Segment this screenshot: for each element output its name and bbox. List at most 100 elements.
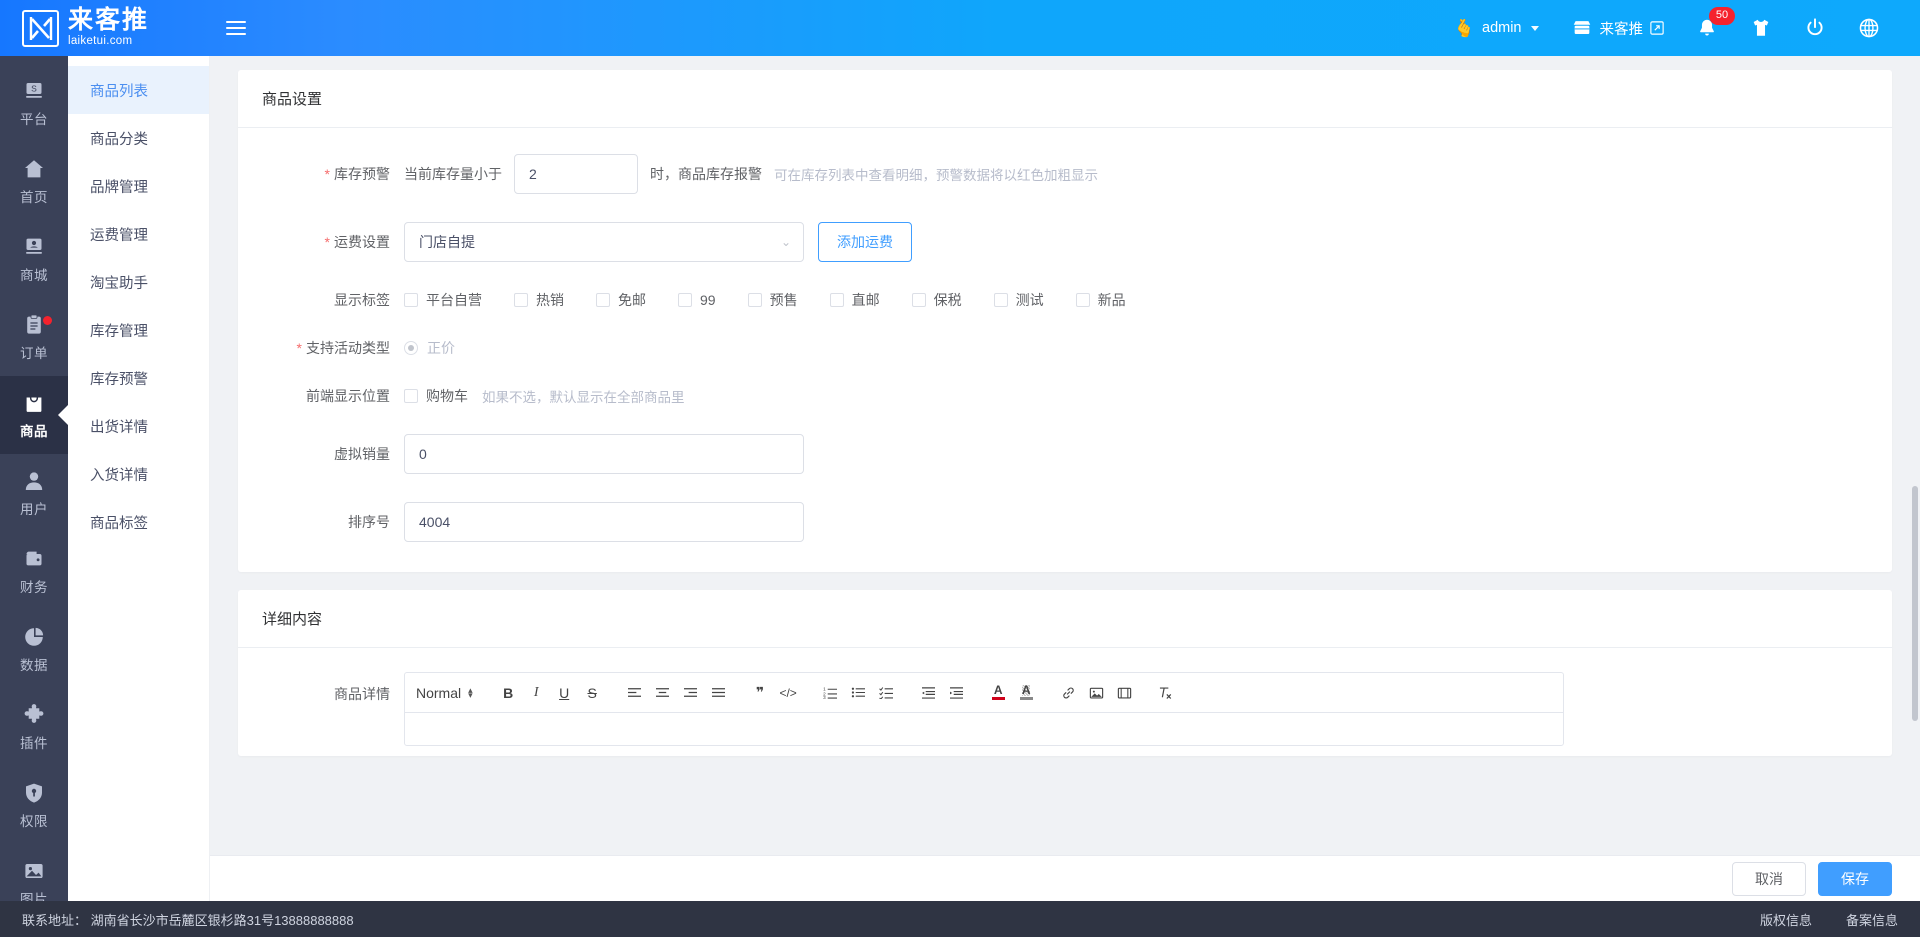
editor-format-select[interactable]: Normal ▴ ▾ bbox=[414, 685, 479, 701]
checkbox-box-icon bbox=[829, 293, 844, 307]
align-left-icon[interactable] bbox=[622, 680, 647, 706]
video-icon[interactable] bbox=[1112, 680, 1137, 706]
footer-copyright-link[interactable]: 版权信息 bbox=[1760, 910, 1812, 929]
logout-button[interactable] bbox=[1788, 0, 1842, 56]
sidebar-label: 商品 bbox=[20, 423, 48, 439]
cancel-button[interactable]: 取消 bbox=[1732, 861, 1806, 896]
align-justify-icon[interactable] bbox=[706, 680, 731, 706]
link-icon[interactable] bbox=[1056, 680, 1081, 706]
sidebar-item-plugin[interactable]: 插件 bbox=[0, 688, 68, 766]
align-center-icon[interactable] bbox=[650, 680, 675, 706]
stock-warning-input[interactable] bbox=[514, 154, 638, 194]
check-list-icon[interactable] bbox=[874, 680, 899, 706]
rich-text-editor: Normal ▴ ▾ B I U S ❞ </> 1 2 3 A A bbox=[404, 672, 1564, 746]
blockquote-icon[interactable]: ❞ bbox=[748, 680, 773, 706]
brand-name-en: laiketui.com bbox=[68, 35, 133, 48]
tag-checkbox-free-shipping[interactable]: 免邮 bbox=[596, 290, 646, 310]
sidebar-item-mall[interactable]: 商城 bbox=[0, 220, 68, 298]
submenu-item-inbound[interactable]: 入货详情 bbox=[68, 450, 209, 498]
sidebar-label: 插件 bbox=[20, 735, 48, 751]
sidebar-item-user[interactable]: 用户 bbox=[0, 454, 68, 532]
add-freight-button[interactable]: 添加运费 bbox=[818, 222, 912, 262]
sidebar-item-permission[interactable]: 权限 bbox=[0, 766, 68, 844]
sort-order-input[interactable] bbox=[404, 502, 804, 542]
order-notification-dot bbox=[43, 316, 52, 325]
submenu-item-freight[interactable]: 运费管理 bbox=[68, 210, 209, 258]
image-icon[interactable] bbox=[1084, 680, 1109, 706]
submenu-item-goods-list[interactable]: 商品列表 bbox=[68, 66, 209, 114]
tag-checkbox-presale[interactable]: 预售 bbox=[747, 290, 798, 310]
sidebar-label: 首页 bbox=[20, 189, 48, 205]
user-menu[interactable]: 🫰 admin bbox=[1438, 0, 1555, 56]
platform-icon: S bbox=[26, 82, 42, 98]
tag-checkbox-bonded[interactable]: 保税 bbox=[911, 290, 962, 310]
editor-content-area[interactable] bbox=[404, 712, 1564, 746]
tag-checkbox-hot-sale[interactable]: 热销 bbox=[514, 290, 564, 310]
data-icon bbox=[25, 627, 44, 646]
virtual-sales-input[interactable] bbox=[404, 434, 804, 474]
ordered-list-icon[interactable]: 123 bbox=[818, 680, 843, 706]
submenu-label: 淘宝助手 bbox=[90, 275, 148, 292]
sidebar-label: 用户 bbox=[20, 501, 48, 517]
tag-checkbox-direct-mail[interactable]: 直邮 bbox=[829, 290, 880, 310]
notifications-button[interactable]: 50 bbox=[1680, 0, 1735, 56]
freight-select[interactable] bbox=[404, 222, 804, 262]
editor-format-value: Normal bbox=[416, 684, 462, 701]
sidebar-item-platform[interactable]: S 平台 bbox=[0, 64, 68, 142]
front-position-checkbox-cart[interactable]: 购物车 bbox=[404, 386, 468, 406]
sidebar-item-home[interactable]: 首页 bbox=[0, 142, 68, 220]
language-button[interactable] bbox=[1842, 0, 1896, 56]
sidebar-item-order[interactable]: 订单 bbox=[0, 298, 68, 376]
submenu-item-brand[interactable]: 品牌管理 bbox=[68, 162, 209, 210]
tag-checkbox-new[interactable]: 新品 bbox=[1075, 290, 1126, 310]
indent-icon[interactable] bbox=[944, 680, 969, 706]
submenu-item-goods-category[interactable]: 商品分类 bbox=[68, 114, 209, 162]
hamburger-icon bbox=[226, 19, 246, 37]
strikethrough-icon[interactable]: S bbox=[580, 680, 605, 706]
sidebar-item-finance[interactable]: 财务 bbox=[0, 532, 68, 610]
activity-type-options[interactable]: 正价 bbox=[404, 338, 455, 358]
brand-name-cn: 来客推 bbox=[68, 6, 150, 35]
stock-warning-label: 库存预警 bbox=[262, 164, 404, 184]
submenu-label: 商品列表 bbox=[90, 83, 148, 100]
sidebar-collapse-toggle[interactable] bbox=[219, 11, 253, 45]
tag-label: 免邮 bbox=[618, 292, 646, 308]
sort-order-row: 排序号 bbox=[262, 502, 1868, 542]
permission-icon bbox=[26, 783, 42, 803]
order-icon bbox=[27, 314, 41, 334]
save-button[interactable]: 保存 bbox=[1818, 861, 1892, 896]
bold-icon[interactable]: B bbox=[496, 680, 521, 706]
sort-order-label: 排序号 bbox=[348, 514, 390, 530]
sidebar-item-data[interactable]: 数据 bbox=[0, 610, 68, 688]
font-color-icon[interactable]: A bbox=[986, 680, 1011, 706]
shop-link[interactable]: 来客推 bbox=[1555, 0, 1681, 56]
vertical-scrollbar-thumb[interactable] bbox=[1912, 486, 1918, 721]
sidebar-item-goods[interactable]: 商品 bbox=[0, 376, 68, 454]
submenu-item-goods-tag[interactable]: 商品标签 bbox=[68, 498, 209, 546]
tag-checkbox-self-operated[interactable]: 平台自营 bbox=[404, 290, 482, 310]
align-right-icon[interactable] bbox=[678, 680, 703, 706]
footer-record-link[interactable]: 备案信息 bbox=[1846, 910, 1898, 929]
tag-checkbox-test[interactable]: 测试 bbox=[993, 290, 1044, 310]
shop-link-label: 来客推 bbox=[1599, 21, 1644, 38]
sidebar-label: 平台 bbox=[20, 111, 48, 127]
submenu-panel: 商品列表 商品分类 品牌管理 运费管理 淘宝助手 库存管理 库存预警 出货详情 … bbox=[68, 56, 210, 937]
bullet-list-icon[interactable] bbox=[846, 680, 871, 706]
italic-icon[interactable]: I bbox=[524, 680, 549, 706]
submenu-item-outbound[interactable]: 出货详情 bbox=[68, 402, 209, 450]
submenu-item-stock[interactable]: 库存管理 bbox=[68, 306, 209, 354]
tag-checkbox-99[interactable]: 99 bbox=[678, 292, 716, 308]
submenu-item-stock-alert[interactable]: 库存预警 bbox=[68, 354, 209, 402]
theme-button[interactable] bbox=[1734, 0, 1788, 56]
clear-format-icon[interactable] bbox=[1154, 680, 1179, 706]
brand-logo[interactable]: 来客推 laiketui.com bbox=[0, 0, 205, 56]
code-block-icon[interactable]: </> bbox=[776, 680, 801, 706]
footer-links: 版权信息 备案信息 bbox=[1760, 910, 1898, 929]
icon-sidebar: S 平台 首页 商城 订单 商品 用户 财务 数据 插件 权限 图片 bbox=[0, 56, 68, 937]
underline-icon[interactable]: U bbox=[552, 680, 577, 706]
stock-warning-row: 库存预警 当前库存量小于 时，商品库存报警 可在库存列表中查看明细，预警数据将以… bbox=[262, 154, 1868, 194]
background-color-icon[interactable]: A bbox=[1014, 680, 1039, 706]
activity-type-row: 支持活动类型 正价 bbox=[262, 338, 1868, 358]
outdent-icon[interactable] bbox=[916, 680, 941, 706]
submenu-item-taobao[interactable]: 淘宝助手 bbox=[68, 258, 209, 306]
